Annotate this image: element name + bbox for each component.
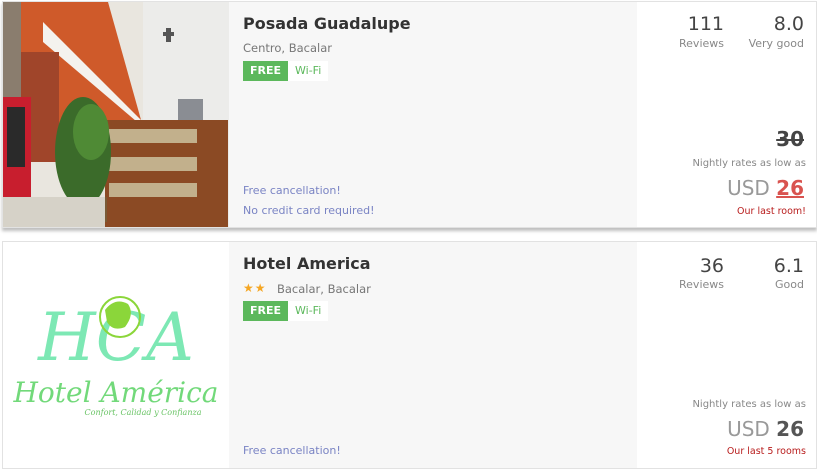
price-currency: USD xyxy=(727,176,770,200)
review-score: 6.1 xyxy=(773,255,804,277)
scarcity-notice: Our last room! xyxy=(737,206,806,217)
no-credit-card-text: No credit card required! xyxy=(243,204,375,217)
hotel-info: Posada Guadalupe Centro, Bacalar FREE Wi… xyxy=(229,2,637,227)
hotel-card[interactable]: HCA Hotel América Confort, Calidad y Con… xyxy=(2,241,817,469)
reviews-label: Reviews xyxy=(679,278,724,291)
hotel-info: Hotel America ★★ Bacalar, Bacalar FREE W… xyxy=(229,242,637,468)
hotel-logo: HCA Hotel América Confort, Calidad y Con… xyxy=(3,242,229,468)
star-rating: ★★ xyxy=(243,281,267,295)
price-panel[interactable]: 111 Reviews 8.0 Very good 30 Nightly rat… xyxy=(637,2,816,227)
wifi-amenity-badge: FREE Wi-Fi xyxy=(243,61,329,81)
scarcity-notice: Our last 5 rooms xyxy=(726,446,806,457)
nightly-price[interactable]: USD 26 xyxy=(727,417,804,441)
hotel-photo[interactable] xyxy=(3,2,229,227)
price-amount: 26 xyxy=(776,176,804,200)
reception-photo xyxy=(3,2,229,227)
wifi-amenity-badge: FREE Wi-Fi xyxy=(243,301,329,321)
hotel-name[interactable]: Hotel America xyxy=(243,254,371,273)
review-score: 8.0 xyxy=(773,13,804,35)
hotel-name[interactable]: Posada Guadalupe xyxy=(243,14,411,33)
nightly-price[interactable]: USD 26 xyxy=(727,176,804,200)
nightly-rates-label: Nightly rates as low as xyxy=(692,399,806,410)
review-score-label: Very good xyxy=(748,37,804,50)
free-cancellation-text: Free cancellation! xyxy=(243,184,341,197)
reviews-count: 111 xyxy=(687,13,724,35)
wifi-label: Wi-Fi xyxy=(288,301,329,321)
logo-text: Hotel América xyxy=(12,376,218,409)
hotel-location: Bacalar, Bacalar xyxy=(277,282,371,296)
free-label: FREE xyxy=(243,61,289,81)
nightly-rates-label: Nightly rates as low as xyxy=(692,158,806,169)
hotel-location: Centro, Bacalar xyxy=(243,41,333,55)
free-cancellation-text: Free cancellation! xyxy=(243,444,341,457)
price-panel[interactable]: 36 Reviews 6.1 Good Nightly rates as low… xyxy=(637,242,816,468)
price-amount: 26 xyxy=(776,417,804,441)
price-currency: USD xyxy=(727,417,770,441)
original-price: 30 xyxy=(776,127,804,151)
hotel-card[interactable]: Posada Guadalupe Centro, Bacalar FREE Wi… xyxy=(2,1,817,228)
wifi-label: Wi-Fi xyxy=(288,61,329,81)
reviews-label: Reviews xyxy=(679,37,724,50)
reviews-count: 36 xyxy=(699,255,724,277)
free-label: FREE xyxy=(243,301,289,321)
hotel-logo-image[interactable]: HCA Hotel América Confort, Calidad y Con… xyxy=(3,242,229,468)
logo-tagline: Confort, Calidad y Confianza xyxy=(85,408,202,417)
review-score-label: Good xyxy=(775,278,804,291)
